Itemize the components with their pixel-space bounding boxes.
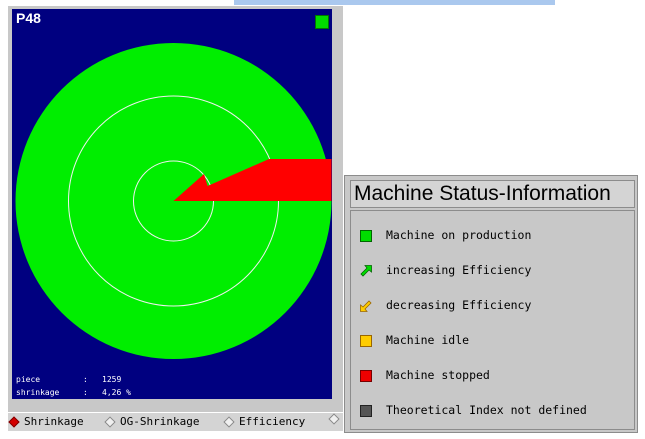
square-gray-icon xyxy=(360,405,372,417)
readout-colon: : xyxy=(83,375,88,384)
readout-colon: : xyxy=(83,388,88,397)
radio-selected-icon xyxy=(8,415,20,428)
arrow-up-green-icon xyxy=(360,265,372,277)
tab-label: Efficiency xyxy=(239,415,306,428)
legend-title: Machine Status-Information xyxy=(350,180,635,208)
legend-label: Machine on production xyxy=(386,228,532,242)
arrow-down-yellow-icon xyxy=(360,300,372,312)
tab-efficiency[interactable]: Efficiency xyxy=(223,415,306,428)
tab-label: OG-Shrinkage xyxy=(120,415,200,428)
readout-value: 1259 xyxy=(102,375,122,384)
square-yellow-icon xyxy=(360,335,372,347)
square-green-icon xyxy=(360,230,372,242)
legend-label: Machine stopped xyxy=(386,368,490,382)
efficiency-radar-gauge xyxy=(15,43,332,359)
legend-label: Machine idle xyxy=(386,333,470,347)
machine-id: P48 xyxy=(16,10,41,26)
radio-unselected-icon xyxy=(104,415,116,428)
square-red-icon xyxy=(360,370,372,382)
tab-label: Shrinkage xyxy=(24,415,84,428)
tab-scroll-more[interactable] xyxy=(328,413,344,425)
status-indicator-icon xyxy=(315,15,329,29)
legend-label: decreasing Efficiency xyxy=(386,298,532,312)
radio-unselected-icon xyxy=(223,415,235,428)
legend-body: Machine on production increasing Efficie… xyxy=(350,210,635,430)
tab-shrinkage[interactable]: Shrinkage xyxy=(8,415,84,428)
readout-label: shrinkage xyxy=(16,388,60,397)
readout-label: piece xyxy=(16,375,41,384)
view-tab-bar: Shrinkage OG-Shrinkage Efficiency xyxy=(8,413,343,431)
legend-label: Theoretical Index not defined xyxy=(386,403,587,417)
top-accent-bar xyxy=(234,0,555,5)
legend-panel: Machine Status-Information Machine on pr… xyxy=(344,175,638,433)
radio-unselected-icon xyxy=(328,413,340,425)
readout-value: 4,26 % xyxy=(102,388,131,397)
legend-label: increasing Efficiency xyxy=(386,263,532,277)
tab-og-shrinkage[interactable]: OG-Shrinkage xyxy=(104,415,200,428)
